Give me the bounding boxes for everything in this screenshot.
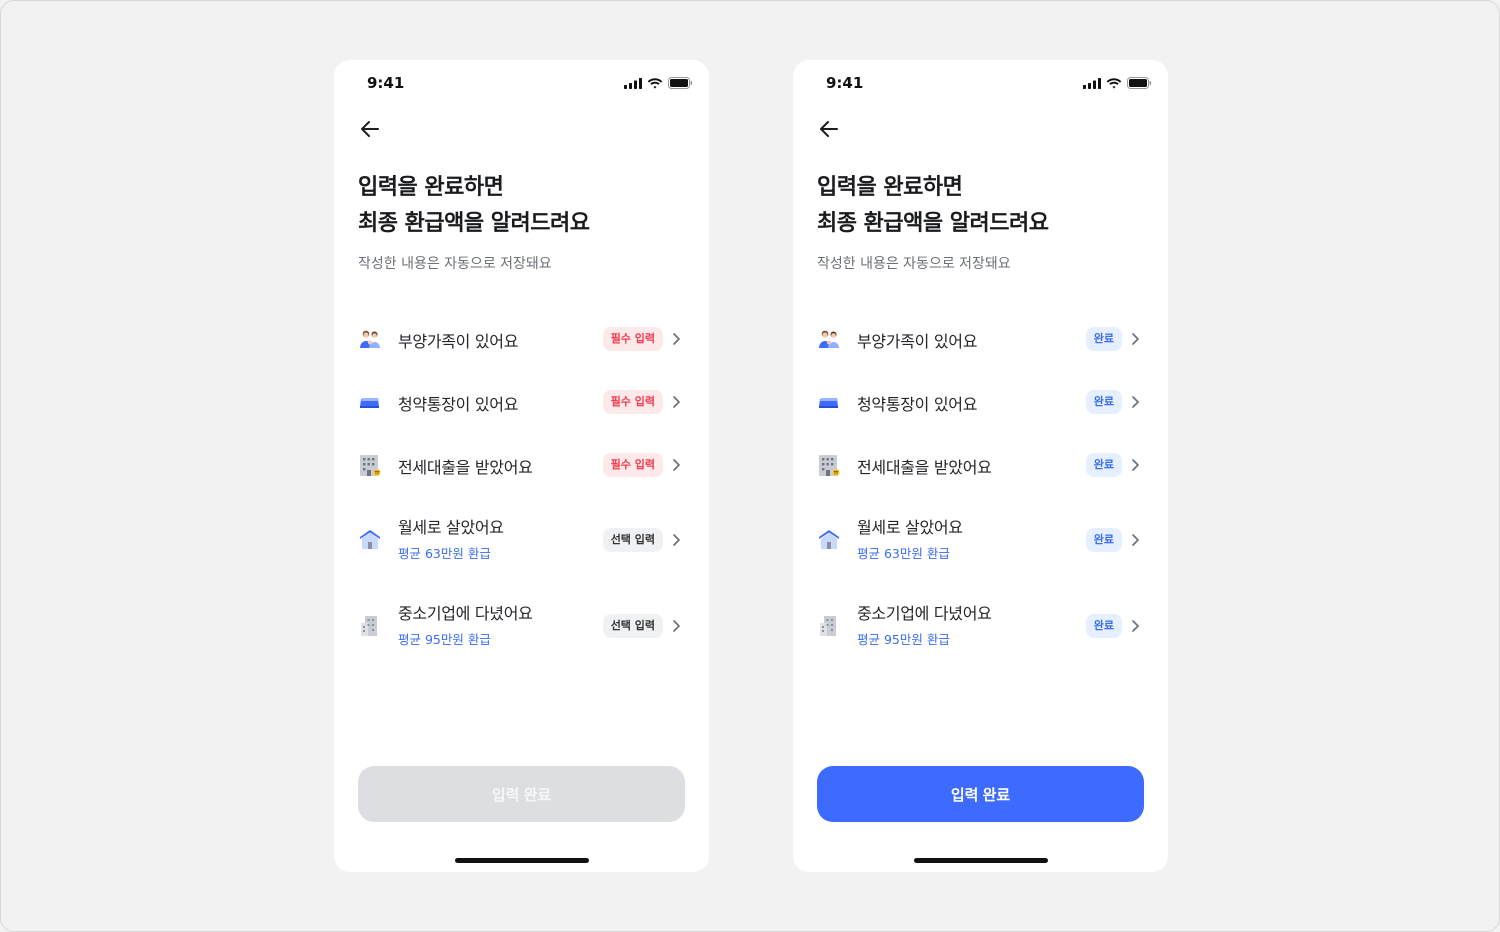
chevron-right-icon — [673, 620, 680, 632]
done-badge: 완료 — [1085, 528, 1122, 552]
house-icon — [360, 530, 380, 549]
item-label: 청약통장이 있어요 — [857, 395, 978, 414]
status-icons — [1083, 76, 1152, 90]
required-badge: 필수 입력 — [602, 390, 663, 414]
building-icon: ₩ — [360, 455, 381, 476]
item-average-refund: 평균 63만원 환급 — [398, 546, 491, 561]
list-item-jeonse-loan[interactable]: ₩ 전세대출을 받았어요 완료 — [793, 435, 1168, 495]
svg-text:₩: ₩ — [375, 470, 380, 476]
family-icon — [360, 330, 380, 348]
list-item-sme-employee[interactable]: 중소기업에 다녔어요평균 95만원 환급 선택 입력 — [334, 596, 709, 656]
bankbook-icon — [819, 398, 838, 408]
item-label: 월세로 살았어요 — [398, 518, 504, 537]
submit-button-disabled[interactable]: 입력 완료 — [358, 766, 685, 822]
signal-icon — [1083, 77, 1101, 89]
chevron-right-icon — [1132, 534, 1139, 546]
item-text: 월세로 살았어요평균 63만원 환급 — [398, 514, 504, 562]
home-indicator — [914, 858, 1048, 863]
title-line-1: 입력을 완료하면 — [817, 175, 963, 200]
family-icon — [819, 330, 839, 348]
signal-icon — [624, 77, 642, 89]
item-text: 청약통장이 있어요 — [857, 391, 977, 415]
chevron-right-icon — [1132, 459, 1139, 471]
item-text: 전세대출을 받았어요 — [857, 454, 992, 478]
wifi-icon — [1106, 77, 1122, 89]
autosave-notice: 작성한 내용은 자동으로 저장돼요 — [358, 256, 552, 272]
item-text: 부양가족이 있어요 — [398, 328, 518, 352]
list-item-monthly-rent[interactable]: 월세로 살았어요평균 63만원 환급 선택 입력 — [334, 510, 709, 570]
list-item-monthly-rent[interactable]: 월세로 살았어요평균 63만원 환급 완료 — [793, 510, 1168, 570]
list-item-dependents[interactable]: 부양가족이 있어요 필수 입력 — [334, 309, 709, 369]
item-text: 월세로 살았어요평균 63만원 환급 — [857, 514, 963, 562]
home-indicator — [455, 858, 589, 863]
office-icon — [820, 616, 836, 636]
svg-text:₩: ₩ — [834, 470, 839, 476]
list-item-jeonse-loan[interactable]: ₩ 전세대출을 받았어요 필수 입력 — [334, 435, 709, 495]
done-badge: 완료 — [1085, 390, 1122, 414]
required-badge: 필수 입력 — [602, 327, 663, 351]
back-arrow-icon[interactable] — [358, 117, 382, 141]
phone-screen-complete: 9:41 입력을 완료하면 최종 환급액을 알려드려요 작성한 내용은 자동으로… — [793, 60, 1168, 872]
item-text: 전세대출을 받았어요 — [398, 454, 533, 478]
item-label: 부양가족이 있어요 — [398, 332, 519, 351]
chevron-right-icon — [673, 534, 680, 546]
item-label: 중소기업에 다녔어요 — [398, 604, 533, 623]
done-badge: 완료 — [1085, 614, 1122, 638]
wifi-icon — [647, 77, 663, 89]
required-badge: 필수 입력 — [602, 453, 663, 477]
bankbook-icon — [360, 398, 379, 408]
chevron-right-icon — [1132, 333, 1139, 345]
done-badge: 완료 — [1085, 327, 1122, 351]
title-line-2: 최종 환급액을 알려드려요 — [358, 211, 590, 236]
status-time: 9:41 — [826, 74, 864, 92]
item-text: 중소기업에 다녔어요평균 95만원 환급 — [398, 600, 533, 648]
list-item-sme-employee[interactable]: 중소기업에 다녔어요평균 95만원 환급 완료 — [793, 596, 1168, 656]
item-average-refund: 평균 95만원 환급 — [398, 632, 491, 647]
item-label: 전세대출을 받았어요 — [398, 458, 533, 477]
canvas-frame — [0, 0, 1500, 932]
status-icons — [624, 76, 693, 90]
status-time: 9:41 — [367, 74, 405, 92]
chevron-right-icon — [673, 459, 680, 471]
chevron-right-icon — [673, 396, 680, 408]
page-title: 입력을 완료하면 최종 환급액을 알려드려요 — [817, 170, 1049, 242]
list-item-savings-account[interactable]: 청약통장이 있어요 필수 입력 — [334, 372, 709, 432]
optional-badge: 선택 입력 — [602, 528, 663, 552]
chevron-right-icon — [1132, 396, 1139, 408]
item-label: 부양가족이 있어요 — [857, 332, 978, 351]
house-icon — [819, 530, 839, 549]
done-badge: 완료 — [1085, 453, 1122, 477]
submit-button[interactable]: 입력 완료 — [817, 766, 1144, 822]
chevron-right-icon — [1132, 620, 1139, 632]
item-label: 청약통장이 있어요 — [398, 395, 519, 414]
office-icon — [361, 616, 377, 636]
item-text: 청약통장이 있어요 — [398, 391, 518, 415]
item-label: 월세로 살았어요 — [857, 518, 963, 537]
building-icon: ₩ — [819, 455, 840, 476]
item-text: 중소기업에 다녔어요평균 95만원 환급 — [857, 600, 992, 648]
battery-icon — [1127, 77, 1152, 89]
battery-icon — [668, 77, 693, 89]
list-item-savings-account[interactable]: 청약통장이 있어요 완료 — [793, 372, 1168, 432]
page-title: 입력을 완료하면 최종 환급액을 알려드려요 — [358, 170, 590, 242]
list-item-dependents[interactable]: 부양가족이 있어요 완료 — [793, 309, 1168, 369]
item-label: 전세대출을 받았어요 — [857, 458, 992, 477]
item-label: 중소기업에 다녔어요 — [857, 604, 992, 623]
title-line-2: 최종 환급액을 알려드려요 — [817, 211, 1049, 236]
item-text: 부양가족이 있어요 — [857, 328, 977, 352]
phone-screen-incomplete: 9:41 입력을 완료하면 최종 환급액을 알려드려요 작성한 내용은 자동으로… — [334, 60, 709, 872]
optional-badge: 선택 입력 — [602, 614, 663, 638]
item-average-refund: 평균 63만원 환급 — [857, 546, 950, 561]
title-line-1: 입력을 완료하면 — [358, 175, 504, 200]
item-average-refund: 평균 95만원 환급 — [857, 632, 950, 647]
autosave-notice: 작성한 내용은 자동으로 저장돼요 — [817, 256, 1011, 272]
back-arrow-icon[interactable] — [817, 117, 841, 141]
chevron-right-icon — [673, 333, 680, 345]
